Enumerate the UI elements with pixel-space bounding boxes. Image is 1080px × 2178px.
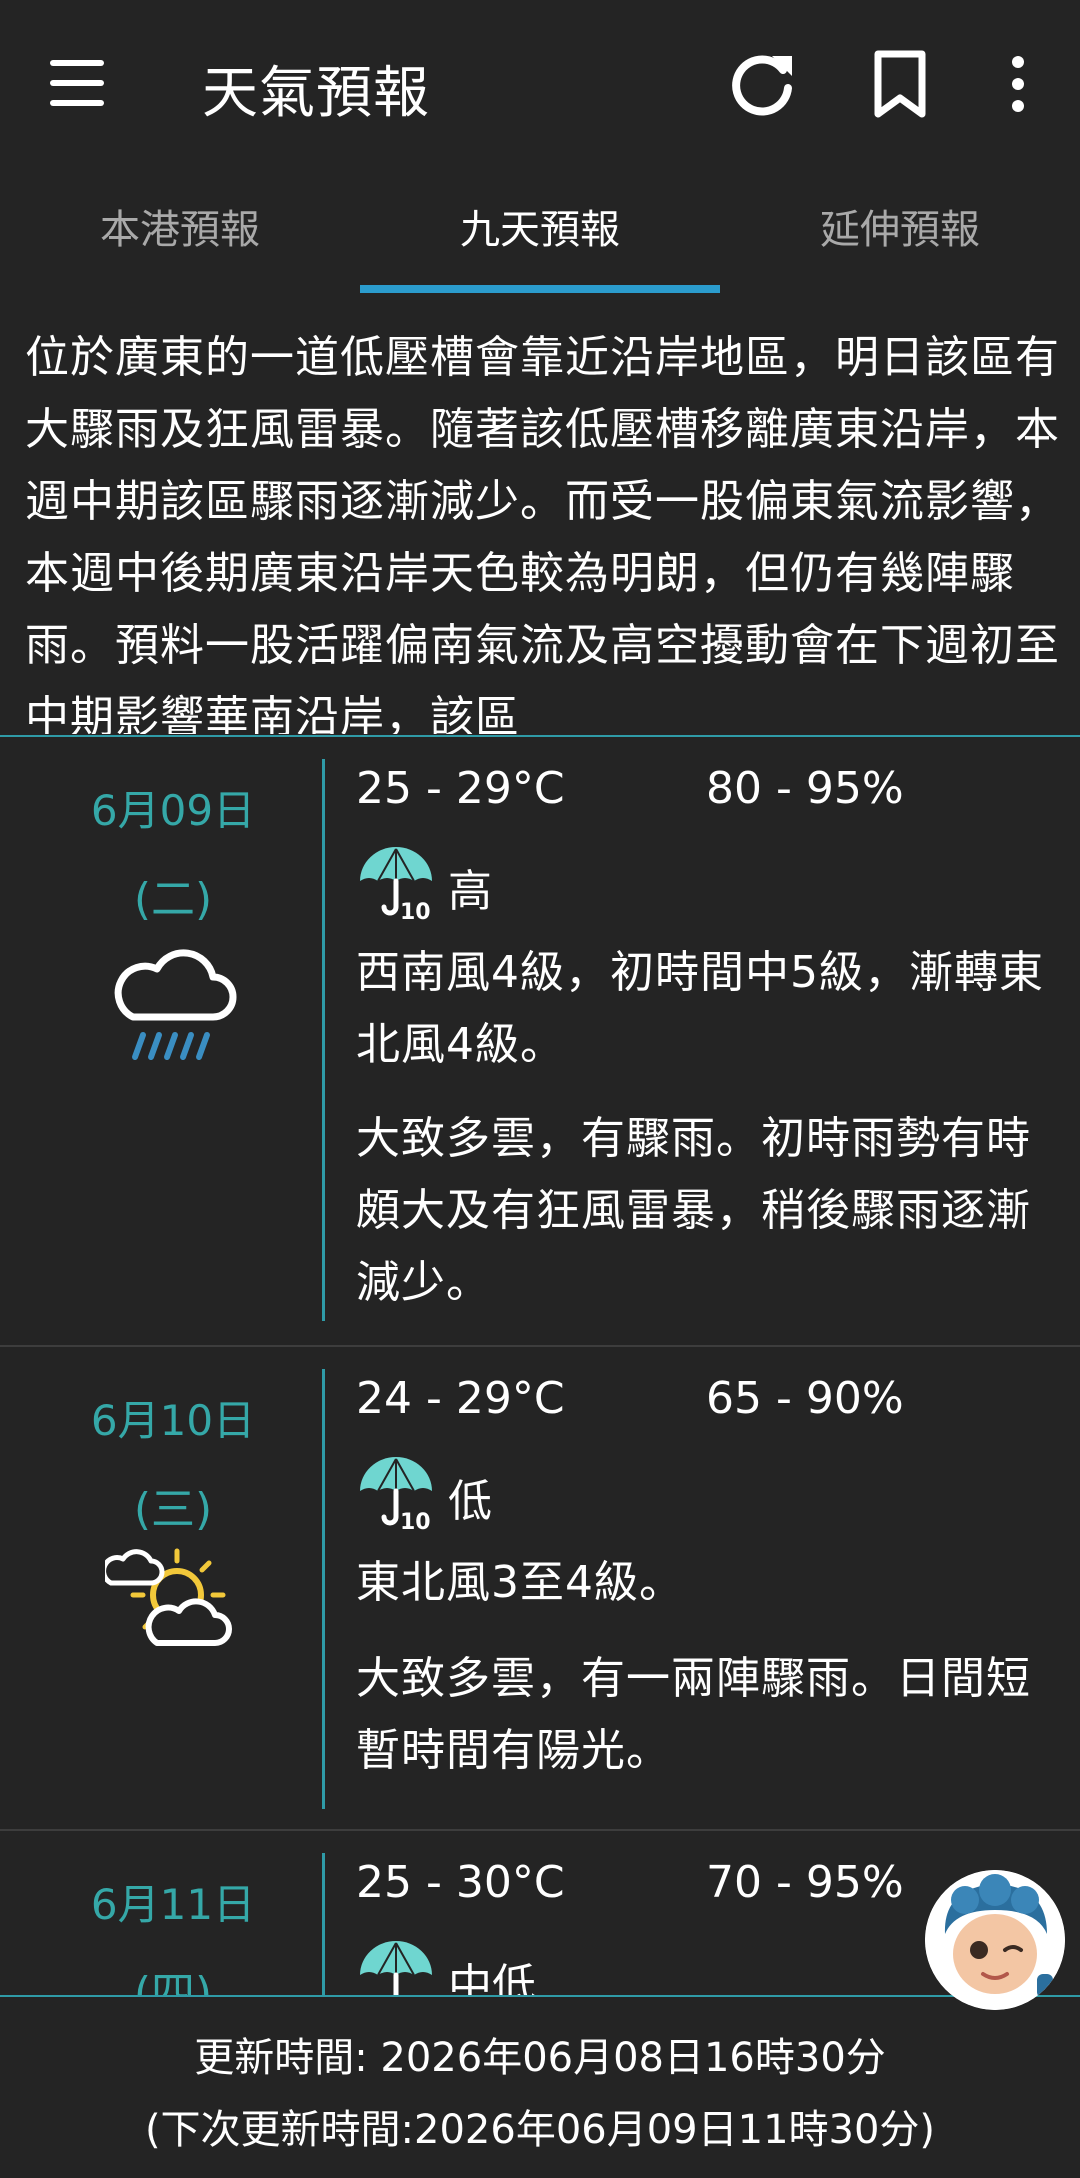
sunny-periods-icon [101,1537,245,1681]
tab-local-forecast[interactable]: 本港預報 [0,180,360,295]
wind-forecast: 西南風4級，初時間中5級，漸轉東北風4級。 [356,947,1044,1070]
svg-text:10: 10 [400,1510,431,1531]
refresh-icon[interactable] [722,44,802,124]
rain-probability-label: 高 [448,866,492,917]
forecast-day-card: 6月10日 (三) 24 - 29°C 65 - 90% 10 低 東北風3至4… [0,1347,1080,1831]
forecast-day-card: 6月11日 (四) 25 - 30°C 70 - 95% 10 中低 [0,1831,1080,1995]
next-update-time: (下次更新時間:2026年06月09日11時30分) [144,2107,936,2153]
umbrella-icon: 10 [360,1457,432,1531]
more-vert-icon[interactable] [978,44,1058,124]
forecast-list[interactable]: 6月09日 (二) 25 - 29°C 80 - 95% 10 高 西南風4級，… [0,737,1080,1995]
page-title: 天氣預報 [202,61,430,126]
humidity-range: 80 - 95% [706,763,904,814]
temperature-range: 25 - 29°C [356,763,565,814]
bookmark-icon[interactable] [860,44,940,124]
wind-forecast: 東北風3至4級。 [356,1557,684,1608]
tab-bar: 本港預報 九天預報 延伸預報 [0,180,1080,295]
forecast-weekday: (二) [133,874,213,925]
forecast-date: 6月09日 [90,786,256,835]
forecast-weekday: (四) [133,1968,213,1995]
update-time: 更新時間: 2026年06月08日16時30分 [194,2035,886,2081]
active-tab-indicator [360,285,720,293]
humidity-range: 65 - 90% [706,1373,904,1424]
update-time-footer: 更新時間: 2026年06月08日16時30分 (下次更新時間:2026年06月… [0,1997,1080,2178]
tab-nine-day-forecast[interactable]: 九天預報 [360,180,720,295]
forecast-date: 6月10日 [90,1396,256,1445]
rain-probability-label: 低 [448,1476,492,1527]
column-divider [322,1853,325,1995]
temperature-range: 25 - 30°C [356,1857,565,1908]
app-bar: 天氣預報 [0,0,1080,170]
tab-extended-outlook[interactable]: 延伸預報 [720,180,1080,295]
humidity-range: 70 - 95% [706,1857,904,1908]
heavy-showers-icon [105,937,245,1081]
general-situation-text[interactable]: 位於廣東的一道低壓槽會靠近沿岸地區，明日該區有大驟雨及狂風雷暴。隨著該低壓槽移離… [25,322,1065,734]
column-divider [322,1369,325,1809]
mascot-chatbot-button[interactable] [925,1870,1065,2010]
umbrella-icon: 10 [360,847,432,921]
forecast-date: 6月11日 [90,1880,256,1929]
weather-description: 大致多雲，有驟雨。初時雨勢有時頗大及有狂風雷暴，稍後驟雨逐漸減少。 [356,1113,1031,1308]
weather-description: 大致多雲，有一兩陣驟雨。日間短暫時間有陽光。 [356,1653,1031,1776]
rain-probability-label: 中低 [448,1960,536,1995]
temperature-range: 24 - 29°C [356,1373,565,1424]
umbrella-icon: 10 [360,1941,432,1995]
forecast-day-card: 6月09日 (二) 25 - 29°C 80 - 95% 10 高 西南風4級，… [0,737,1080,1347]
svg-text:10: 10 [400,900,431,921]
hamburger-menu-icon[interactable] [50,60,108,106]
column-divider [322,759,325,1321]
forecast-weekday: (三) [133,1484,213,1535]
